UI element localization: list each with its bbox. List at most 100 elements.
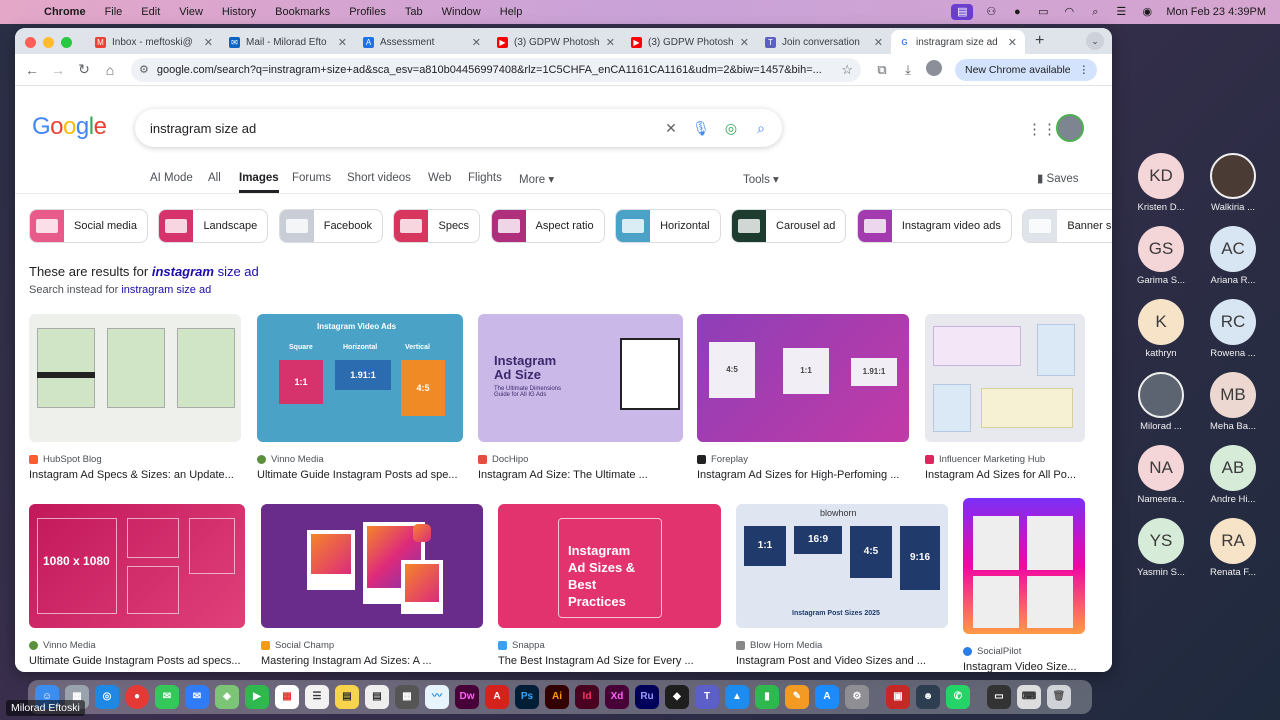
result-title[interactable]: Instagram Post and Video Sizes and ... — [736, 655, 948, 667]
reload-icon[interactable]: ↻ — [71, 61, 97, 78]
battery-icon[interactable]: ▭ — [1035, 6, 1051, 18]
notes-icon[interactable]: ▤ — [335, 685, 359, 709]
account-avatar[interactable] — [1056, 114, 1084, 142]
menu-profiles[interactable]: Profiles — [349, 6, 386, 18]
browser-tab[interactable]: A Assessment ✕ — [355, 30, 489, 54]
tab-close-icon[interactable]: ✕ — [204, 36, 213, 49]
participant-tile[interactable]: NA Nameera... — [1126, 445, 1196, 505]
maps-icon[interactable]: ◈ — [215, 685, 239, 709]
participant-tile[interactable]: YS Yasmin S... — [1126, 518, 1196, 578]
xd-icon[interactable]: Xd — [605, 685, 629, 709]
bookmark-star-icon[interactable]: ☆ — [841, 62, 853, 78]
participant-tile[interactable]: Walkiria ... — [1198, 153, 1268, 213]
result-image[interactable] — [29, 314, 241, 442]
participant-tile[interactable]: MB Meha Ba... — [1198, 372, 1268, 432]
participant-tile[interactable]: RC Rowena ... — [1198, 299, 1268, 359]
result-title[interactable]: Ultimate Guide Instagram Posts ad specs.… — [29, 655, 245, 667]
image-result[interactable]: 4:5 1:1 1.91:1 Foreplay Instagram Ad Siz… — [697, 314, 909, 481]
tab-close-icon[interactable]: ✕ — [338, 36, 347, 49]
tab-close-icon[interactable]: ✕ — [606, 36, 615, 49]
filter-images[interactable]: Images — [239, 172, 279, 193]
control-center-icon[interactable]: ☰ — [1113, 6, 1129, 18]
numbers-icon[interactable]: ▮ — [755, 685, 779, 709]
result-image[interactable]: 1080 x 1080 — [29, 504, 245, 628]
image-result[interactable]: blowhorn 1:1 16:9 4:5 9:16 Instagram Pos… — [736, 504, 948, 667]
search-instead-link[interactable]: instragram size ad — [121, 284, 211, 296]
result-title[interactable]: Instagram Ad Specs & Sizes: an Update... — [29, 469, 241, 481]
browser-tab-active[interactable]: G instragram size ad ✕ — [891, 30, 1025, 54]
participant-tile[interactable]: Milorad ... — [1126, 372, 1196, 432]
figma-icon[interactable]: ◆ — [665, 685, 689, 709]
siri-icon[interactable]: ◉ — [1139, 6, 1155, 18]
wifi-icon[interactable]: ◠ — [1061, 6, 1077, 18]
chip-banner[interactable]: Banner s — [1022, 209, 1112, 243]
voice-search-icon[interactable]: 🎙 — [686, 120, 716, 137]
result-title[interactable]: Ultimate Guide Instagram Posts ad spe... — [257, 469, 463, 481]
more-menu-icon[interactable]: ⋮ — [1079, 64, 1090, 76]
search-box[interactable]: instragram size ad ✕ 🎙 ◎ ⌕ — [135, 109, 782, 147]
chip-horizontal[interactable]: Horizontal — [615, 209, 721, 243]
chip-facebook[interactable]: Facebook — [278, 209, 384, 243]
result-title[interactable]: Mastering Instagram Ad Sizes: A ... — [261, 655, 483, 667]
finder-2-icon[interactable]: ☻ — [916, 685, 940, 709]
filter-more[interactable]: More ▾ — [519, 172, 554, 186]
chrome-icon[interactable]: ● — [125, 685, 149, 709]
browser-tab[interactable]: ✉ Mail - Milorad Efto ✕ — [221, 30, 355, 54]
image-result[interactable]: Social Champ Mastering Instagram Ad Size… — [261, 504, 483, 667]
filter-all[interactable]: All — [208, 172, 221, 184]
spotlight-search-icon[interactable]: ⌕ — [1087, 6, 1103, 18]
minimize-window-button[interactable] — [43, 37, 54, 48]
apple-icon[interactable] — [18, 5, 32, 19]
whatsapp-icon[interactable]: ✆ — [946, 685, 970, 709]
tab-close-icon[interactable]: ✕ — [740, 36, 749, 49]
menu-app-name[interactable]: Chrome — [44, 6, 86, 18]
google-logo[interactable]: Google — [32, 113, 107, 141]
photo-booth-icon[interactable]: ▣ — [886, 685, 910, 709]
clear-search-icon[interactable]: ✕ — [656, 120, 686, 137]
photoshop-icon[interactable]: Ps — [515, 685, 539, 709]
chip-carousel-ad[interactable]: Carousel ad — [731, 209, 847, 243]
pages-icon[interactable]: ✎ — [785, 685, 809, 709]
app-store-icon[interactable]: A — [815, 685, 839, 709]
image-result[interactable]: Instagram Video Ads Square Horizontal Ve… — [257, 314, 463, 481]
menu-history[interactable]: History — [222, 6, 256, 18]
filter-flights[interactable]: Flights — [468, 172, 502, 184]
search-icon[interactable]: ⌕ — [746, 120, 776, 137]
teams-dock-icon[interactable]: T — [695, 685, 719, 709]
browser-tab[interactable]: ▶ (3) GDPW Photosh ✕ — [623, 30, 757, 54]
acrobat-icon[interactable]: A — [485, 685, 509, 709]
participant-tile[interactable]: RA Renata F... — [1198, 518, 1268, 578]
browser-tab[interactable]: T Join conversation ✕ — [757, 30, 891, 54]
participant-tile[interactable]: GS Garima S... — [1126, 226, 1196, 286]
filter-short-videos[interactable]: Short videos — [347, 172, 411, 184]
result-image[interactable]: 4:5 1:1 1.91:1 — [697, 314, 909, 442]
image-result[interactable]: SocialPilot Instagram Video Size... — [963, 498, 1085, 672]
system-settings-icon[interactable]: ⚙ — [845, 685, 869, 709]
image-result[interactable]: HubSpot Blog Instagram Ad Specs & Sizes:… — [29, 314, 241, 481]
tab-close-icon[interactable]: ✕ — [1008, 36, 1017, 49]
tools-button[interactable]: Tools ▾ — [743, 172, 779, 186]
profile-icon[interactable] — [921, 60, 947, 79]
user-icon[interactable]: ● — [1009, 6, 1025, 18]
menu-window[interactable]: Window — [442, 6, 481, 18]
back-icon[interactable]: ← — [19, 62, 45, 78]
participant-tile[interactable]: AB Andre Hi... — [1198, 445, 1268, 505]
browser-tab[interactable]: M Inbox - meftoski@ ✕ — [87, 30, 221, 54]
calendar-icon[interactable]: ▦ — [275, 685, 299, 709]
trash-icon[interactable]: 🗑 — [1047, 685, 1071, 709]
site-info-icon[interactable]: ⚙ — [139, 63, 149, 76]
result-title[interactable]: Instagram Ad Sizes for High-Perfoming ..… — [697, 469, 909, 481]
result-title[interactable]: Instagram Ad Sizes for All Po... — [925, 469, 1085, 481]
illustrator-icon[interactable]: Ai — [545, 685, 569, 709]
safari-icon[interactable]: ◎ — [95, 685, 119, 709]
menu-help[interactable]: Help — [500, 6, 523, 18]
menu-view[interactable]: View — [179, 6, 203, 18]
keyboard-icon[interactable]: ⌨ — [1017, 685, 1041, 709]
image-result[interactable]: Influencer Marketing Hub Instagram Ad Si… — [925, 314, 1085, 481]
result-title[interactable]: The Best Instagram Ad Size for Every ... — [498, 655, 721, 667]
saves-button[interactable]: ▮ Saves — [1037, 171, 1079, 185]
result-title[interactable]: Instagram Ad Size: The Ultimate ... — [478, 469, 683, 481]
tab-close-icon[interactable]: ✕ — [874, 36, 883, 49]
participant-tile[interactable]: K kathryn — [1126, 299, 1196, 359]
downloads-icon[interactable]: ⤓ — [895, 62, 921, 78]
